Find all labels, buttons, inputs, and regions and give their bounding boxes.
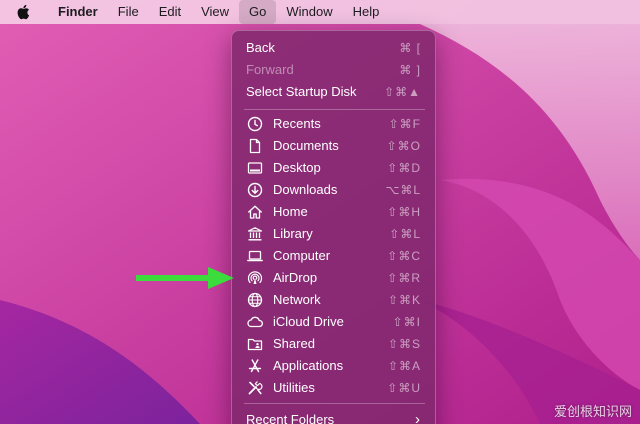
green-arrow-icon (136, 267, 234, 289)
menu-item-recent-folders[interactable]: Recent Folders › (232, 409, 435, 424)
menu-item-label: Forward (246, 62, 294, 77)
menu-item-label: Home (273, 204, 308, 219)
menu-separator (244, 403, 425, 404)
shared-folder-icon (246, 335, 264, 353)
desktop-icon (246, 159, 264, 177)
menu-item-select-startup-disk[interactable]: Select Startup Disk ⇧⌘▲ (232, 81, 435, 103)
shortcut-label: ⌘ [ (399, 41, 421, 55)
menu-item-downloads[interactable]: Downloads ⌥⌘L (232, 179, 435, 201)
menu-item-label: Documents (273, 138, 339, 153)
menu-item-label: Library (273, 226, 313, 241)
download-icon (246, 181, 264, 199)
menu-item-label: Network (273, 292, 321, 307)
menu-item-label: Recents (273, 116, 321, 131)
shortcut-label: ⇧⌘S (387, 337, 421, 351)
home-icon (246, 203, 264, 221)
shortcut-label: ⇧⌘F (388, 117, 421, 131)
shortcut-label: ⇧⌘U (387, 381, 421, 395)
shortcut-label: ⇧⌘I (392, 315, 421, 329)
shortcut-label: ⇧⌘L (389, 227, 421, 241)
shortcut-label: ⇧⌘H (387, 205, 421, 219)
menu-item-label: Desktop (273, 160, 321, 175)
shortcut-label: ⌥⌘L (385, 183, 421, 197)
menu-item-recents[interactable]: Recents ⇧⌘F (232, 113, 435, 135)
menu-item-forward[interactable]: Forward ⌘ ] (232, 59, 435, 81)
shortcut-label: ⇧⌘▲ (384, 85, 421, 99)
menubar-file[interactable]: File (108, 0, 149, 24)
menu-item-network[interactable]: Network ⇧⌘K (232, 289, 435, 311)
menu-item-shared[interactable]: Shared ⇧⌘S (232, 333, 435, 355)
menu-item-label: Downloads (273, 182, 338, 197)
watermark: 爱创根知识网 (553, 405, 632, 420)
applications-icon (246, 357, 264, 375)
document-icon (246, 137, 264, 155)
menu-item-documents[interactable]: Documents ⇧⌘O (232, 135, 435, 157)
airdrop-icon (246, 269, 264, 287)
menubar-edit[interactable]: Edit (149, 0, 191, 24)
menubar-help[interactable]: Help (343, 0, 390, 24)
menu-item-label: Utilities (273, 380, 315, 395)
shortcut-label: ⇧⌘C (387, 249, 421, 263)
menu-item-utilities[interactable]: Utilities ⇧⌘U (232, 377, 435, 399)
cloud-icon (246, 313, 264, 331)
menu-item-label: Computer (273, 248, 331, 263)
menubar-window[interactable]: Window (276, 0, 342, 24)
menu-item-back[interactable]: Back ⌘ [ (232, 37, 435, 59)
menu-item-label: Recent Folders (246, 412, 335, 424)
library-icon (246, 225, 264, 243)
menubar-finder[interactable]: Finder (48, 0, 108, 24)
menu-item-label: Applications (273, 358, 344, 373)
menu-item-applications[interactable]: Applications ⇧⌘A (232, 355, 435, 377)
menu-item-label: Back (246, 40, 275, 55)
submenu-chevron-icon: › (415, 411, 421, 424)
menu-item-computer[interactable]: Computer ⇧⌘C (232, 245, 435, 267)
globe-icon (246, 291, 264, 309)
menu-item-home[interactable]: Home ⇧⌘H (232, 201, 435, 223)
menu-separator (244, 109, 425, 110)
menu-item-label: AirDrop (273, 270, 318, 285)
shortcut-label: ⇧⌘K (387, 293, 421, 307)
menu-bar: Finder File Edit View Go Window Help (0, 0, 640, 24)
menu-item-library[interactable]: Library ⇧⌘L (232, 223, 435, 245)
utilities-icon (246, 379, 264, 397)
menu-item-label: Shared (273, 336, 315, 351)
menubar-view[interactable]: View (191, 0, 239, 24)
shortcut-label: ⇧⌘A (387, 359, 421, 373)
menu-item-label: Select Startup Disk (246, 84, 357, 99)
go-menu: Back ⌘ [ Forward ⌘ ] Select Startup Disk… (231, 30, 436, 424)
shortcut-label: ⇧⌘O (386, 139, 421, 153)
menu-item-label: iCloud Drive (273, 314, 344, 329)
shortcut-label: ⇧⌘D (387, 161, 421, 175)
shortcut-label: ⌘ ] (399, 63, 421, 77)
menu-item-icloud-drive[interactable]: iCloud Drive ⇧⌘I (232, 311, 435, 333)
computer-icon (246, 247, 264, 265)
clock-icon (246, 115, 264, 133)
menu-item-airdrop[interactable]: AirDrop ⇧⌘R (232, 267, 435, 289)
apple-logo-icon[interactable] (16, 4, 30, 20)
shortcut-label: ⇧⌘R (387, 271, 421, 285)
menu-item-desktop[interactable]: Desktop ⇧⌘D (232, 157, 435, 179)
menubar-go[interactable]: Go (239, 0, 277, 24)
